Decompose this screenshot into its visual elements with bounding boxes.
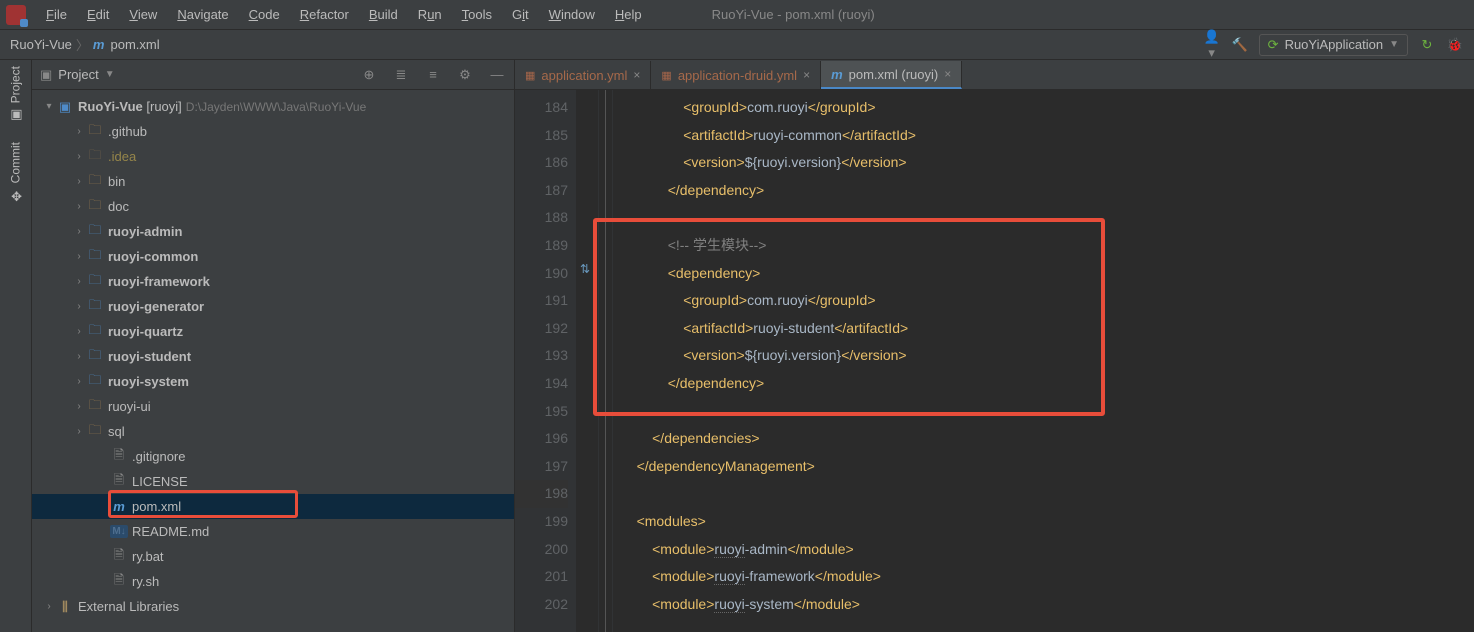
- commit-toolwindow-button[interactable]: ✥Commit: [8, 142, 23, 202]
- toolwindow-stripe: ▣Project ✥Commit: [0, 60, 32, 632]
- project-panel-title: Project: [58, 67, 98, 82]
- breadcrumb: RuoYi-Vue 〉 m pom.xml: [10, 35, 160, 54]
- close-tab-icon[interactable]: ×: [944, 67, 951, 81]
- tree-item-pom.xml[interactable]: mpom.xml: [32, 494, 514, 519]
- menu-window[interactable]: Window: [539, 7, 605, 22]
- tree-item-ruoyi-framework[interactable]: ›🗀ruoyi-framework: [32, 269, 514, 294]
- yaml-icon: ▦: [661, 69, 671, 82]
- tab-pom.xml (ruoyi)[interactable]: mpom.xml (ruoyi)×: [821, 61, 962, 89]
- project-icon: ▣: [8, 107, 23, 122]
- yaml-icon: ▦: [525, 69, 535, 82]
- editor-tabs: ▦application.yml×▦application-druid.yml×…: [515, 60, 1474, 90]
- tree-item-sql[interactable]: ›🗀sql: [32, 419, 514, 444]
- tree-item-ry.bat[interactable]: 🗎ry.bat: [32, 544, 514, 569]
- tree-item-.github[interactable]: ›🗀.github: [32, 119, 514, 144]
- maven-icon: m: [93, 37, 105, 52]
- tree-item-ruoyi-system[interactable]: ›🗀ruoyi-system: [32, 369, 514, 394]
- maven-icon: m: [831, 67, 843, 82]
- tab-application.yml[interactable]: ▦application.yml×: [515, 61, 651, 89]
- menu-build[interactable]: Build: [359, 7, 408, 22]
- spring-icon: ⟳: [1268, 37, 1279, 53]
- close-tab-icon[interactable]: ×: [633, 68, 640, 82]
- breadcrumb-separator: 〉: [76, 35, 89, 54]
- commit-icon: ✥: [8, 188, 23, 203]
- run-config-label: RuoYiApplication: [1285, 37, 1384, 52]
- tree-root[interactable]: ▾▣RuoYi-Vue [ruoyi]D:\Jayden\WWW\Java\Ru…: [32, 94, 514, 119]
- menu-file[interactable]: File: [36, 7, 77, 22]
- project-tree[interactable]: ▾▣RuoYi-Vue [ruoyi]D:\Jayden\WWW\Java\Ru…: [32, 90, 514, 632]
- run-config-selector[interactable]: ⟳ RuoYiApplication ▼: [1259, 34, 1408, 56]
- menu-run[interactable]: Run: [408, 7, 452, 22]
- tree-item-ruoyi-generator[interactable]: ›🗀ruoyi-generator: [32, 294, 514, 319]
- locate-icon[interactable]: ⊕: [360, 67, 378, 83]
- breadcrumb-project[interactable]: RuoYi-Vue: [10, 37, 72, 52]
- tree-item-doc[interactable]: ›🗀doc: [32, 194, 514, 219]
- menu-tools[interactable]: Tools: [452, 7, 502, 22]
- menu-refactor[interactable]: Refactor: [290, 7, 359, 22]
- tab-application-druid.yml[interactable]: ▦application-druid.yml×: [651, 61, 821, 89]
- collapse-all-icon[interactable]: ≡: [424, 67, 442, 83]
- hide-icon[interactable]: —: [488, 67, 506, 83]
- tree-item-ruoyi-student[interactable]: ›🗀ruoyi-student: [32, 344, 514, 369]
- project-view-icon: ▣: [40, 67, 52, 83]
- build-icon[interactable]: 🔨: [1231, 37, 1249, 53]
- menu-edit[interactable]: Edit: [77, 7, 119, 22]
- tree-external-libraries[interactable]: ›⫼External Libraries: [32, 594, 514, 619]
- tree-item-.idea[interactable]: ›🗀.idea: [32, 144, 514, 169]
- tree-item-ruoyi-quartz[interactable]: ›🗀ruoyi-quartz: [32, 319, 514, 344]
- project-view-dropdown[interactable]: ▼: [105, 69, 115, 80]
- tree-item-bin[interactable]: ›🗀bin: [32, 169, 514, 194]
- menu-help[interactable]: Help: [605, 7, 652, 22]
- line-number-gutter[interactable]: 1841851861871881891901911921931941951961…: [515, 90, 577, 632]
- expand-all-icon[interactable]: ≣: [392, 67, 410, 83]
- menu-view[interactable]: View: [119, 7, 167, 22]
- annotation-highlight-code: [593, 218, 1105, 416]
- tree-item-.gitignore[interactable]: 🗎.gitignore: [32, 444, 514, 469]
- chevron-down-icon: ▼: [1389, 39, 1399, 50]
- window-title: RuoYi-Vue - pom.xml (ruoyi): [712, 7, 875, 22]
- breadcrumb-file[interactable]: pom.xml: [110, 37, 159, 52]
- tree-item-ruoyi-common[interactable]: ›🗀ruoyi-common: [32, 244, 514, 269]
- tree-item-ruoyi-admin[interactable]: ›🗀ruoyi-admin: [32, 219, 514, 244]
- editor: ▦application.yml×▦application-druid.yml×…: [515, 60, 1474, 632]
- menu-code[interactable]: Code: [239, 7, 290, 22]
- tree-item-ruoyi-ui[interactable]: ›🗀ruoyi-ui: [32, 394, 514, 419]
- user-icon[interactable]: 👤▾: [1203, 29, 1221, 61]
- code-area: 1841851861871881891901911921931941951961…: [515, 90, 1474, 632]
- project-panel-header: ▣ Project ▼ ⊕ ≣ ≡ ⚙ —: [32, 60, 514, 90]
- settings-icon[interactable]: ⚙: [456, 67, 474, 83]
- tree-item-README.md[interactable]: M↓README.md: [32, 519, 514, 544]
- menu-navigate[interactable]: Navigate: [167, 7, 238, 22]
- close-tab-icon[interactable]: ×: [803, 68, 810, 82]
- toolbar: RuoYi-Vue 〉 m pom.xml 👤▾ 🔨 ⟳ RuoYiApplic…: [0, 30, 1474, 60]
- debug-icon[interactable]: 🐞: [1446, 37, 1464, 53]
- menu-git[interactable]: Git: [502, 7, 539, 22]
- app-icon: [6, 5, 26, 25]
- run-icon[interactable]: ↻: [1418, 37, 1436, 53]
- gutter-mark-icon[interactable]: ⇅: [580, 262, 590, 276]
- project-toolwindow-button[interactable]: ▣Project: [8, 66, 23, 122]
- tree-item-LICENSE[interactable]: 🗎LICENSE: [32, 469, 514, 494]
- main: ▣Project ✥Commit ▣ Project ▼ ⊕ ≣ ≡ ⚙ — ▾…: [0, 60, 1474, 632]
- menu-bar: File Edit View Navigate Code Refactor Bu…: [0, 0, 1474, 30]
- project-panel: ▣ Project ▼ ⊕ ≣ ≡ ⚙ — ▾▣RuoYi-Vue [ruoyi…: [32, 60, 515, 632]
- tree-item-ry.sh[interactable]: 🗎ry.sh: [32, 569, 514, 594]
